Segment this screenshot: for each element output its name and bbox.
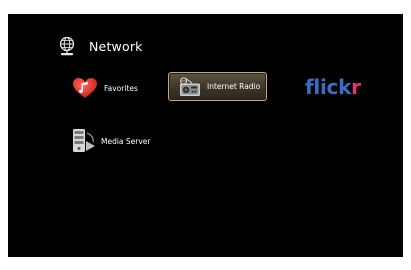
radio-icon [180, 77, 200, 96]
media-server-item[interactable]: Media Server [71, 128, 151, 154]
flickr-item[interactable]: flick r [305, 75, 361, 99]
favorites-label: Favorites [104, 83, 138, 93]
media-server-icon [73, 129, 95, 152]
page-title: Network [89, 38, 143, 54]
globe-network-icon [59, 36, 75, 56]
header: Network [57, 35, 143, 57]
flickr-logo-accent: r [351, 75, 361, 99]
internet-radio-item[interactable]: Internet Radio [168, 72, 267, 101]
media-server-label: Media Server [101, 136, 151, 146]
heart-music-icon [73, 78, 97, 98]
network-screen: Network Favorites Internet Radio flick r… [8, 14, 403, 257]
flickr-logo-main: flick [305, 75, 352, 99]
internet-radio-label: Internet Radio [207, 82, 261, 91]
favorites-item[interactable]: Favorites [72, 77, 138, 99]
